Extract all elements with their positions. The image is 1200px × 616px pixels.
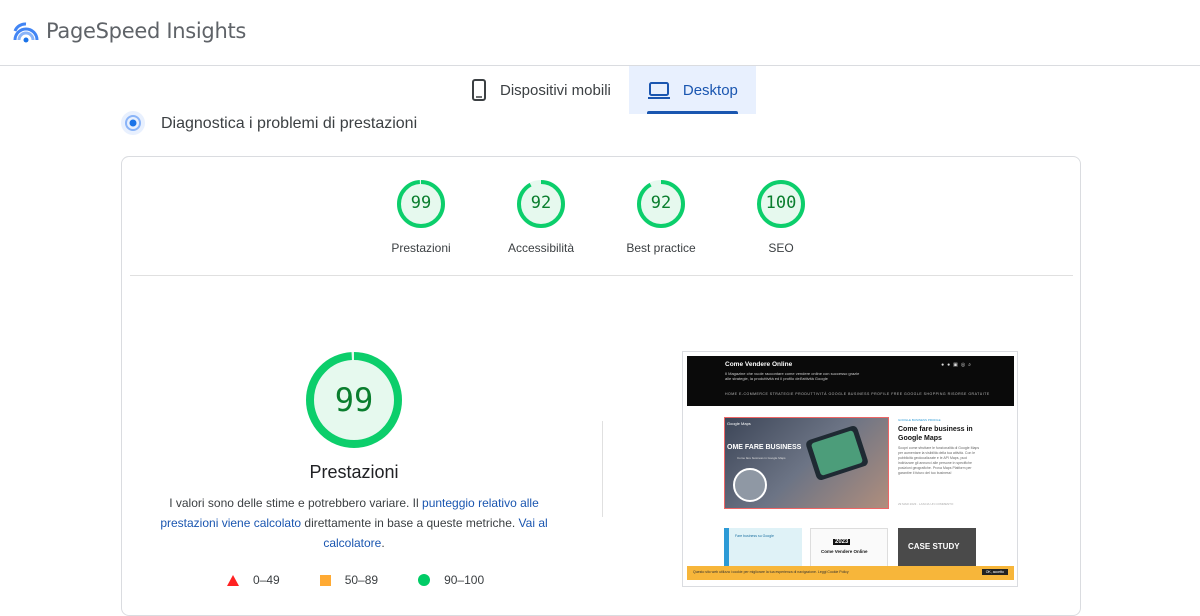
gauge-label: Prestazioni: [391, 241, 451, 255]
gauge-score: 92: [650, 193, 672, 213]
gauge-label: SEO: [768, 241, 794, 255]
app-title[interactable]: PageSpeed Insights: [46, 19, 246, 43]
performance-title: Prestazioni: [309, 462, 399, 482]
desc-text: direttamente in base a queste metriche.: [301, 516, 519, 530]
pass-circle-icon: [418, 574, 431, 586]
post-title: Come fare business in Google Maps: [898, 426, 973, 442]
tab-desktop-label: Desktop: [682, 81, 738, 99]
hero-tag: Google Maps: [727, 421, 751, 426]
fail-triangle-icon: [227, 574, 239, 586]
legend-pass: 90–100: [418, 573, 484, 587]
phone-illustration: [804, 424, 870, 482]
smartphone-icon: [472, 79, 486, 101]
tab-desktop[interactable]: Desktop: [628, 66, 756, 114]
card-title: Fare business su Google: [735, 534, 774, 538]
legend-average: 50–89: [319, 573, 379, 587]
laptop-icon: [647, 82, 670, 99]
performance-score: 99: [334, 381, 374, 419]
performance-description: I valori sono delle stime e potrebbero v…: [154, 493, 554, 553]
legend-range: 90–100: [444, 573, 485, 587]
post-meta: 29 MAR 2023 · LASCIA UN COMMENTO: [898, 502, 954, 506]
report-card: 99 Prestazioni 92 Accessibilità 92 Best …: [121, 156, 1081, 616]
site-header: Come Vendere Online Il Magazine che vuol…: [687, 356, 1014, 406]
gauge-label: Best practice: [626, 241, 696, 255]
hero-subtext: Come fare business in Google Maps: [737, 456, 786, 460]
legend-range: 50–89: [344, 573, 379, 587]
gauge-accessibility[interactable]: 92 Accessibilità: [486, 179, 596, 255]
site-tagline: Il Magazine che vuole raccontare come ve…: [725, 371, 860, 381]
cookie-accept-button: OK, accetto: [981, 569, 1008, 575]
hero-text: OME FARE BUSINESS: [727, 444, 802, 451]
cookie-text: Questo sito web utilizza i cookie per mi…: [693, 570, 849, 574]
desc-text: I valori sono delle stime e potrebbero v…: [169, 496, 423, 510]
map-pin-icon: [733, 468, 767, 502]
legend-fail: 0–49: [227, 573, 280, 587]
score-legend: 0–49 50–89 90–100: [227, 573, 524, 587]
desc-text: .: [381, 536, 385, 550]
post-body: Scopri come sfruttare le funzionalità di…: [898, 446, 980, 475]
average-square-icon: [319, 574, 331, 586]
gauge-best-practices[interactable]: 92 Best practice: [606, 179, 716, 255]
social-icons: ●●▣◎⌕: [941, 362, 974, 368]
cookie-banner: Questo sito web utilizza i cookie per mi…: [687, 566, 1014, 580]
card-year: 2023: [833, 539, 851, 545]
divider: [130, 275, 1073, 276]
gauge-score: 99: [410, 193, 432, 213]
hero-image: Google Maps OME FARE BUSINESS Come fare …: [724, 417, 889, 509]
gauge-performance[interactable]: 99 Prestazioni: [366, 179, 476, 255]
legend-range: 0–49: [253, 573, 280, 587]
gauge-score: 92: [530, 193, 552, 213]
device-tabs: Dispositivi mobili Desktop: [452, 66, 756, 114]
section-title: Diagnostica i problemi di prestazioni: [161, 115, 418, 132]
gauge-label: Accessibilità: [507, 241, 575, 255]
category-gauges: 99 Prestazioni 92 Accessibilità 92 Best …: [122, 179, 1082, 269]
final-screenshot[interactable]: Come Vendere Online Il Magazine che vuol…: [682, 351, 1018, 587]
post-category: GOOGLE BUSINESS PROFILE: [898, 418, 941, 422]
performance-diagnostics-icon: [121, 111, 145, 135]
tab-mobile[interactable]: Dispositivi mobili: [452, 66, 629, 114]
site-nav: HOME E-COMMERCE STRATEGIE PRODUTTIVITÀ G…: [725, 392, 990, 396]
tab-mobile-label: Dispositivi mobili: [500, 81, 611, 99]
gauge-score: 100: [765, 193, 797, 213]
site-title: Come Vendere Online: [725, 361, 793, 368]
pagespeed-logo-icon[interactable]: [12, 18, 40, 46]
card-title: Come Vendere Online: [821, 549, 868, 554]
card-title: CASE STUDY: [908, 542, 960, 551]
top-app-bar: PageSpeed Insights: [0, 0, 1200, 66]
gauge-seo[interactable]: 100 SEO: [726, 179, 836, 255]
vertical-divider: [602, 421, 603, 517]
